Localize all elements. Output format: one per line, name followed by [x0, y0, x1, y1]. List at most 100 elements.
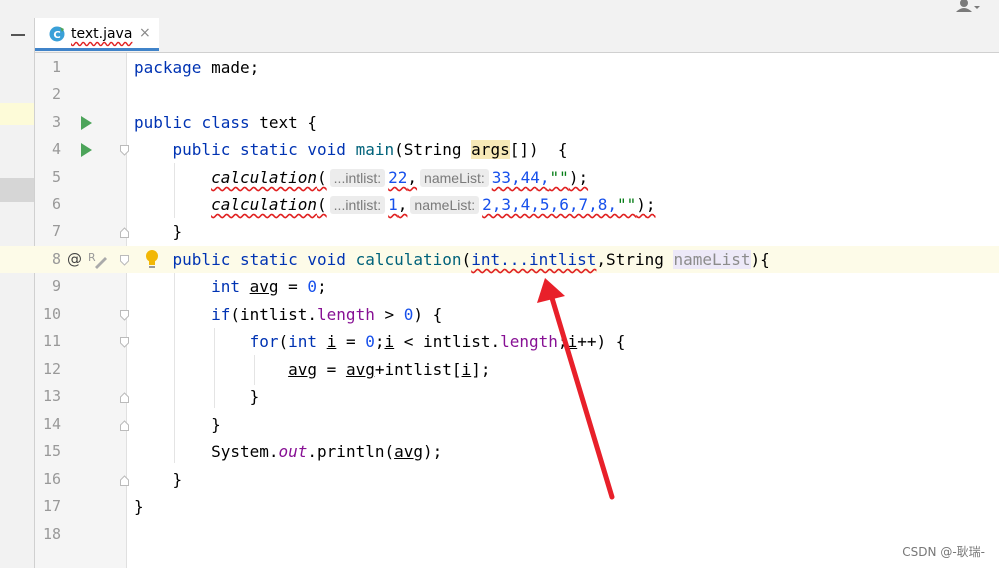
line-number: 4	[51, 140, 61, 158]
fold-icon[interactable]	[120, 392, 129, 403]
code-line-10: 10 if(intlist.length > 0) {	[0, 301, 999, 328]
java-class-icon: C	[49, 26, 65, 42]
fold-icon[interactable]	[120, 337, 129, 348]
line-number: 12	[42, 360, 61, 378]
watermark: CSDN @-耿瑞-	[902, 545, 985, 559]
code-text: (	[317, 168, 327, 187]
line-number: 14	[42, 415, 61, 433]
keyword: if	[211, 305, 231, 324]
tab-text-java[interactable]: C text.java ×	[35, 18, 159, 51]
variable: i	[384, 332, 395, 351]
code-line-7: 7 }	[0, 218, 999, 245]
code-line-17: 17 }	[0, 493, 999, 520]
number: 33,44,	[491, 168, 550, 187]
code-text: =	[278, 277, 308, 296]
line-number: 5	[51, 168, 61, 186]
code-text: ;	[557, 332, 568, 351]
code-text: >	[374, 305, 404, 324]
code-line-4: 4 public static void main(String args[])…	[0, 136, 999, 163]
variable: avg	[288, 360, 318, 379]
keyword: class	[201, 113, 250, 132]
code-line-3: 3 public class text {	[0, 109, 999, 136]
number: 1	[388, 195, 398, 214]
code-text: made;	[201, 58, 260, 77]
tab-label: text.java	[71, 26, 133, 42]
keyword: public	[172, 250, 231, 269]
variable: avg	[249, 277, 279, 296]
code-line-12: 12 avg = avg+intlist[i];	[0, 356, 999, 383]
number: 22	[388, 168, 408, 187]
keyword: void	[307, 250, 346, 269]
static-field: out	[278, 442, 308, 461]
keyword: int	[211, 277, 240, 296]
code-line-1: 1 package made;	[0, 54, 999, 81]
line-number: 2	[51, 85, 61, 103]
line-number: 8	[51, 250, 61, 268]
code-text: (intlist.	[230, 305, 318, 324]
line-number: 17	[42, 497, 61, 515]
code-text: =	[336, 332, 366, 351]
code-text: ,	[407, 168, 418, 187]
variable: i	[567, 332, 578, 351]
code-text: []) {	[509, 140, 568, 159]
keyword: static	[239, 140, 298, 159]
run-icon[interactable]	[81, 143, 92, 157]
variable: avg	[394, 442, 424, 461]
line-number: 9	[51, 277, 61, 295]
title-bar	[0, 0, 999, 19]
parameter-hint: nameList:	[420, 169, 489, 187]
svg-text:R: R	[88, 251, 96, 264]
variable: avg	[345, 360, 375, 379]
line-number: 15	[42, 442, 61, 460]
edit-icon[interactable]: R	[88, 249, 108, 269]
code-text: text {	[249, 113, 318, 132]
number: 0	[403, 305, 414, 324]
code-text: (	[278, 332, 289, 351]
code-text: }	[172, 222, 183, 241]
parameter-hint: ...intlist:	[329, 169, 386, 187]
code-text: ;	[374, 332, 385, 351]
fold-icon[interactable]	[120, 420, 129, 431]
keyword: for	[249, 332, 279, 351]
method-call: calculation	[211, 168, 318, 187]
code-text: }	[211, 415, 221, 434]
code-line-8: 8 @ R public static void calculation(int…	[0, 246, 999, 273]
code-text: ++) {	[577, 332, 626, 351]
fold-icon[interactable]	[120, 227, 129, 238]
code-text: }	[172, 470, 183, 489]
variable: i	[326, 332, 337, 351]
parameter: args	[471, 140, 510, 159]
code-line-13: 13 }	[0, 383, 999, 410]
fold-icon[interactable]	[120, 475, 129, 486]
override-icon[interactable]: @	[67, 250, 82, 268]
fold-icon[interactable]	[120, 310, 129, 321]
code-text: }	[249, 387, 260, 406]
run-icon[interactable]	[81, 116, 92, 130]
field: length	[500, 332, 558, 351]
close-icon[interactable]: ×	[139, 25, 151, 41]
code-text: ];	[471, 360, 491, 379]
code-line-6: 6 calculation(...intlist: 1, nameList: 2,3,…	[0, 191, 999, 218]
code-text: );	[636, 195, 656, 214]
line-number: 10	[42, 305, 61, 323]
code-text: +intlist[	[374, 360, 462, 379]
field: length	[317, 305, 375, 324]
code-line-5: 5 calculation(...intlist: 22, nameList: 33,…	[0, 164, 999, 191]
code-line-14: 14 }	[0, 411, 999, 438]
keyword: public	[134, 113, 192, 132]
code-text: (	[461, 250, 472, 269]
code-text: ,String	[596, 250, 674, 269]
string-literal: ""	[616, 195, 637, 214]
code-text: );	[568, 168, 589, 187]
keyword: void	[307, 140, 346, 159]
fold-icon[interactable]	[120, 255, 129, 266]
fold-icon[interactable]	[120, 145, 129, 156]
line-number: 7	[51, 222, 61, 240]
code-text: (	[317, 195, 327, 214]
code-line-18: 18	[0, 521, 999, 548]
user-icon[interactable]	[955, 0, 981, 12]
method-name: main	[355, 140, 395, 159]
line-number: 1	[51, 58, 61, 76]
minimize-icon[interactable]	[11, 34, 25, 36]
